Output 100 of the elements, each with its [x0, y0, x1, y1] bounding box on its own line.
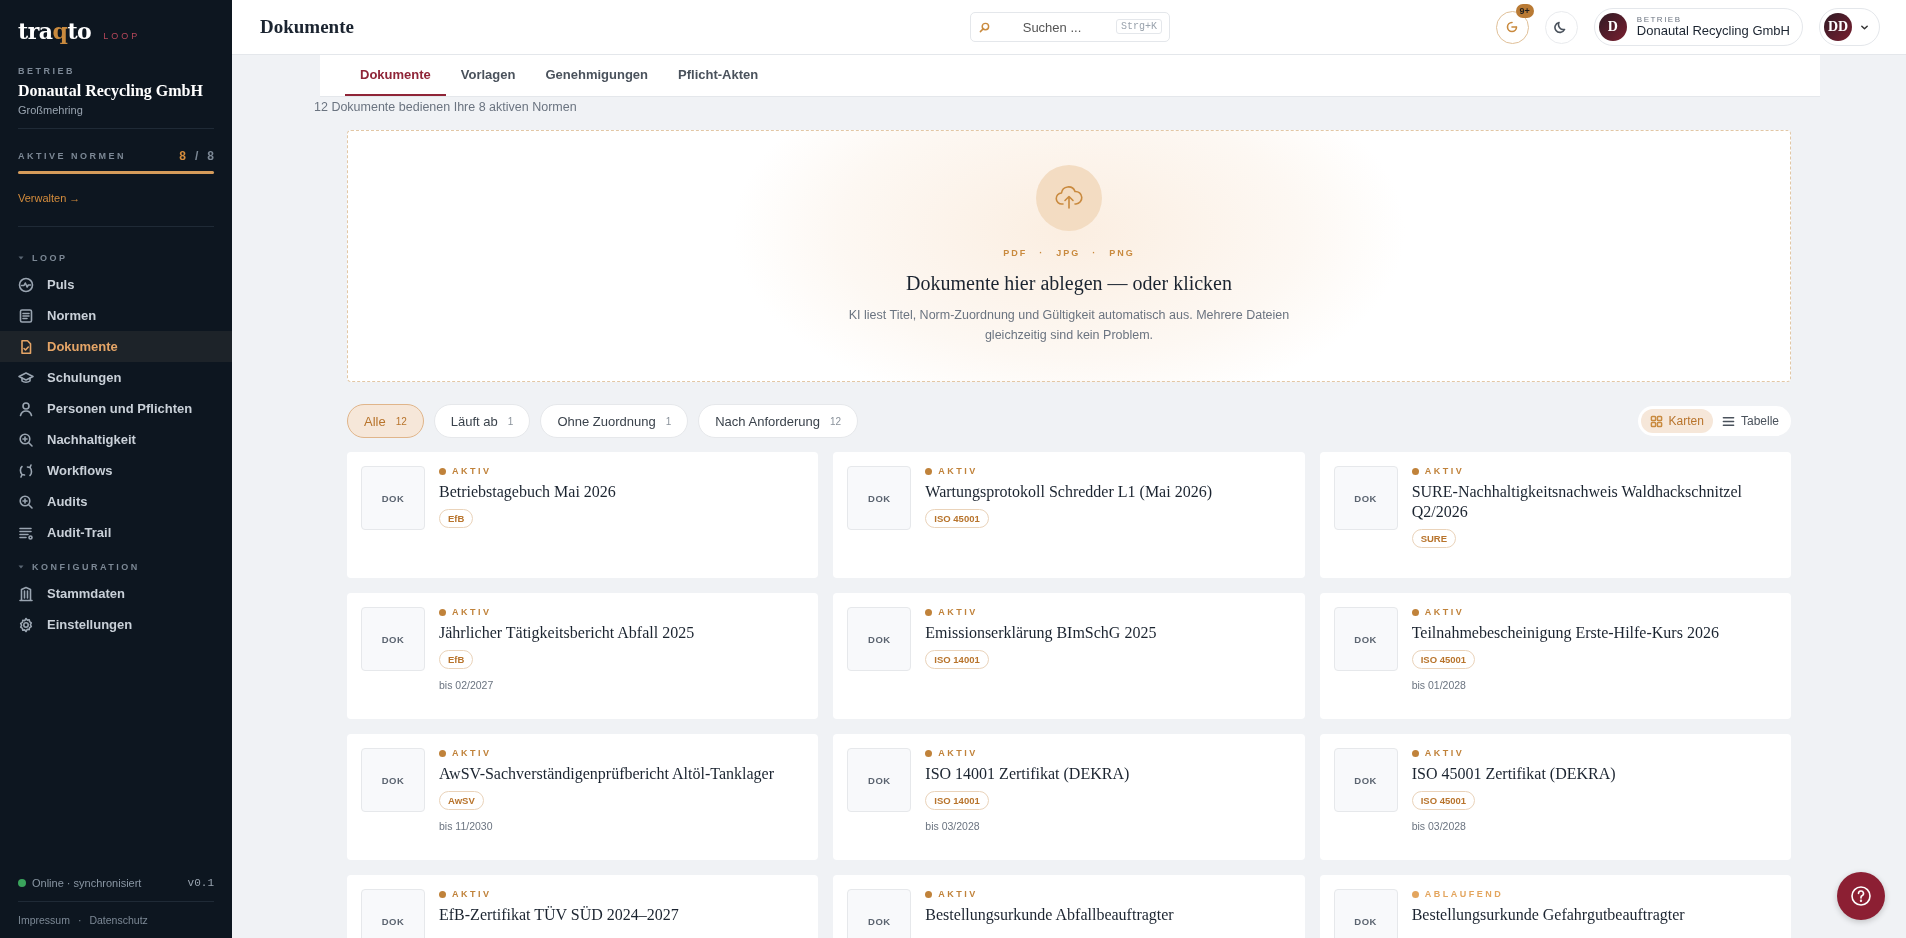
separator-dot: ·: [77, 914, 82, 926]
document-card[interactable]: DOK AKTIV AwSV-Sachverständigenprüfbericht Altöl-Tanklager AwSV bis 11/2030: [347, 734, 819, 860]
document-title: AwSV-Sachverständigenprüfbericht Altöl-Tanklager: [439, 764, 774, 784]
document-thumbnail: DOK: [847, 466, 912, 530]
status-label: AKTIV: [938, 466, 978, 476]
upload-description: KI liest Titel, Norm-Zuordnung und Gültigkeit automatisch aus. Mehrere Dateien gleichzeitig sind kein Problem.: [847, 307, 1291, 344]
shortcut-hint: Strg+K: [1116, 19, 1162, 34]
graduation-cap-icon: [18, 369, 34, 386]
nav-item[interactable]: Schulungen: [0, 362, 232, 393]
logo-suffix: LOOP: [103, 31, 141, 41]
document-thumbnail: DOK: [1333, 748, 1398, 812]
document-card[interactable]: DOK AKTIV ISO 14001 Zertifikat (DEKRA) ISO 14001 bis 03/2028: [833, 734, 1305, 860]
status-label: AKTIV: [452, 607, 492, 617]
status-label: AKTIV: [938, 748, 978, 758]
search-icon: [979, 22, 990, 33]
help-button[interactable]: [1837, 872, 1885, 920]
validity-date: bis 03/2028: [925, 820, 980, 832]
document-thumbnail: DOK: [1333, 466, 1398, 530]
document-card[interactable]: DOK AKTIV Wartungsprotokoll Schredder L1 (Mai 2026) ISO 45001: [833, 452, 1305, 578]
document-thumbnail: DOK: [847, 889, 912, 938]
norms-label: AKTIVE NORMEN: [18, 151, 126, 161]
nav-item[interactable]: Puls: [0, 269, 232, 300]
status-label: AKTIV: [452, 889, 492, 899]
document-thumbnail: DOK: [361, 466, 425, 530]
file-format: PDF: [1003, 248, 1028, 258]
footer-link[interactable]: Datenschutz: [89, 914, 148, 926]
nav-item[interactable]: Audits: [0, 486, 232, 517]
notifications-button[interactable]: [1495, 10, 1529, 44]
status-label: ABLAUFEND: [1424, 889, 1504, 899]
nav-item[interactable]: Audit-Trail: [0, 517, 232, 548]
document-card[interactable]: DOK AKTIV Bestellungsurkunde Abfallbeauftragter: [833, 875, 1305, 938]
status-label: AKTIV: [1424, 607, 1465, 617]
company-name: Donautal Recycling GmbH: [18, 82, 204, 100]
notification-badge: 9+: [1515, 3, 1534, 18]
document-card[interactable]: DOK AKTIV EfB-Zertifikat TÜV SÜD 2024–2027: [347, 875, 819, 938]
document-thumbnail: DOK: [361, 889, 425, 938]
separator-dot: ·: [1039, 248, 1045, 258]
list-icon: [1721, 414, 1735, 428]
norms-count: 8: [179, 149, 186, 163]
norms-separator: /: [194, 149, 199, 163]
tab[interactable]: Genehmigungen: [530, 55, 664, 96]
document-thumbnail: DOK: [847, 607, 912, 671]
document-icon: [18, 338, 34, 355]
separator-dot: ·: [1092, 248, 1098, 258]
document-card[interactable]: DOK AKTIV Teilnahmebescheinigung Erste-Hilfe-Kurs 2026 ISO 45001 bis 01/2028: [1319, 593, 1791, 719]
file-format: JPG: [1056, 248, 1081, 258]
tab[interactable]: Pflicht-Akten: [663, 55, 774, 96]
document-card[interactable]: DOK AKTIV ISO 45001 Zertifikat (DEKRA) ISO 45001 bis 03/2028: [1319, 734, 1791, 860]
summary-text: 12 Dokumente bedienen Ihre 8 aktiven Normen: [313, 99, 578, 114]
document-thumbnail: DOK: [361, 607, 425, 671]
document-title: SURE-Nachhaltigkeitsnachweis Waldhackschnitzel Q2/2026: [1411, 482, 1743, 522]
status-label: AKTIV: [1424, 466, 1465, 476]
manage-link[interactable]: Verwalten →: [18, 192, 81, 204]
document-title: Jährlicher Tätigkeitsbericht Abfall 2025: [439, 623, 695, 643]
validity-date: bis 01/2028: [1411, 679, 1466, 691]
document-title: Bestellungsurkunde Gefahrgutbeauftragter: [1411, 905, 1685, 925]
document-thumbnail: DOK: [847, 748, 912, 812]
document-card[interactable]: DOK AKTIV Jährlicher Tätigkeitsbericht Abfall 2025 EfB bis 02/2027: [347, 593, 819, 719]
company-switcher[interactable]: D BETRIEB Donautal Recycling GmbH: [1593, 8, 1803, 46]
theme-toggle-button[interactable]: [1544, 10, 1578, 44]
help-icon: [1850, 885, 1872, 907]
document-title: ISO 14001 Zertifikat (DEKRA): [925, 764, 1130, 784]
validity-date: bis 11/2030: [439, 820, 493, 832]
version-label: v0.1: [187, 877, 214, 889]
validity-date: bis 03/2028: [1411, 820, 1466, 832]
magnifier-plus-icon: [18, 493, 34, 510]
tab[interactable]: Dokumente: [345, 55, 446, 96]
nav-item[interactable]: Dokumente: [0, 331, 232, 362]
nav-item[interactable]: Nachhaltigkeit: [0, 424, 232, 455]
settings-icon: [18, 616, 34, 633]
document-title: Wartungsprotokoll Schredder L1 (Mai 2026): [925, 482, 1212, 502]
tab[interactable]: Vorlagen: [445, 55, 531, 96]
nav-item[interactable]: Normen: [0, 300, 232, 331]
filter-chip[interactable]: Nach Anforderung 12: [698, 404, 859, 438]
nav-item[interactable]: Personen und Pflichten: [0, 393, 232, 424]
status-label: AKTIV: [1424, 748, 1465, 758]
user-menu-button[interactable]: DD: [1819, 8, 1880, 46]
view-option[interactable]: Tabelle: [1712, 409, 1788, 433]
document-title: ISO 45001 Zertifikat (DEKRA): [1411, 764, 1616, 784]
building-icon: [18, 585, 34, 602]
document-card[interactable]: DOK AKTIV Betriebstagebuch Mai 2026 EfB: [347, 452, 819, 578]
filter-chip[interactable]: Läuft ab 1: [433, 404, 531, 438]
nav-item[interactable]: Stammdaten: [0, 578, 232, 609]
status-label: AKTIV: [452, 466, 492, 476]
status-label: AKTIV: [938, 889, 978, 899]
user-avatar: DD: [1824, 13, 1852, 41]
document-title: Emissionserklärung BImSchG 2025: [925, 623, 1157, 643]
document-thumbnail: DOK: [361, 748, 425, 812]
document-thumbnail: DOK: [1333, 607, 1398, 671]
nav-item[interactable]: Workflows: [0, 455, 232, 486]
nav-item[interactable]: Einstellungen: [0, 609, 232, 640]
filter-chip[interactable]: Ohne Zuordnung 1: [540, 404, 689, 438]
document-card[interactable]: DOK AKTIV Emissionserklärung BImSchG 2025 ISO 14001: [833, 593, 1305, 719]
company-label: BETRIEB: [1636, 14, 1682, 25]
document-card[interactable]: DOK ABLAUFEND Bestellungsurkunde Gefahrgutbeauftragter: [1319, 875, 1791, 938]
footer-link[interactable]: Impressum: [18, 914, 70, 926]
page-title: Dokumente: [260, 16, 355, 38]
document-card[interactable]: DOK AKTIV SURE-Nachhaltigkeitsnachweis Waldhackschnitzel Q2/2026 SURE: [1319, 452, 1791, 578]
document-title: Betriebstagebuch Mai 2026: [439, 482, 616, 502]
upload-dropzone[interactable]: PDF · JPG · PNG Dokumente hier ablegen — oder klicken KI liest Titel, Norm-Zuordnung und Gültigkeit automatisch aus. Mehrere Dateien gleichzeitig sind kein Problem.: [347, 130, 1791, 382]
